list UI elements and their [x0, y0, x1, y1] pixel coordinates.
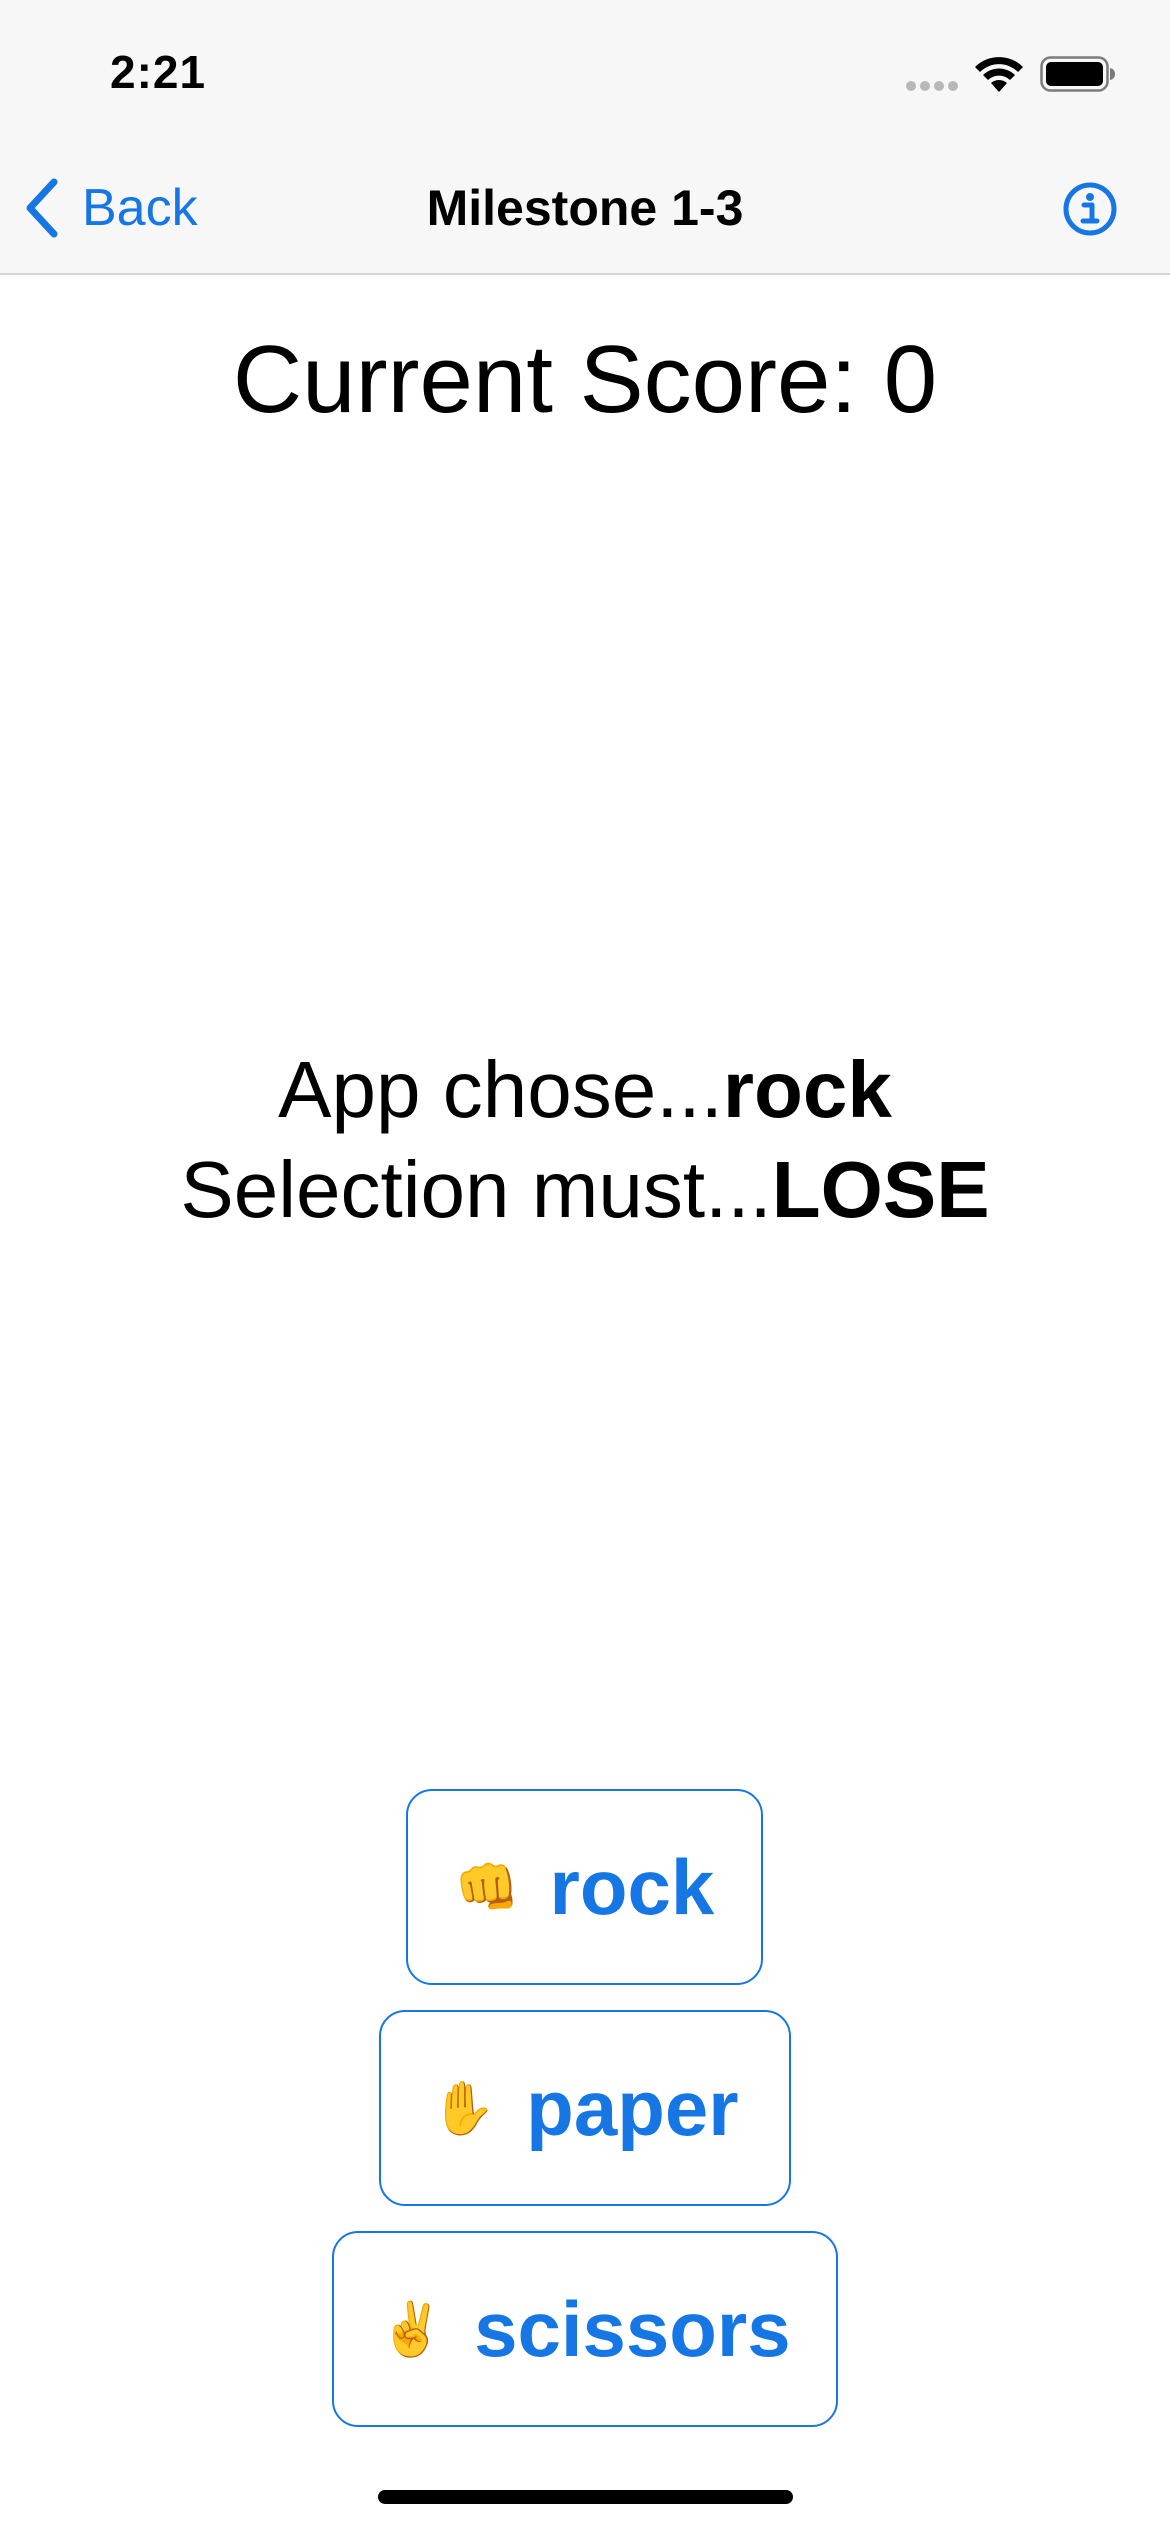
paper-label: paper [526, 2063, 739, 2152]
status-time: 2:21 [110, 46, 207, 98]
app-choice-line: App chose...rock [0, 1040, 1170, 1140]
status-bar: 2:21 [0, 0, 1170, 145]
rock-label: rock [549, 1842, 715, 1931]
cellular-signal-icon [906, 81, 958, 91]
app-chose-prefix: App chose... [278, 1045, 723, 1134]
info-icon[interactable] [1062, 181, 1118, 237]
selection-goal-line: Selection must...LOSE [0, 1140, 1170, 1240]
app-choice: rock [722, 1045, 892, 1134]
selection-goal: LOSE [771, 1145, 990, 1234]
battery-icon [1040, 56, 1115, 92]
home-indicator[interactable] [378, 2490, 793, 2504]
game-prompt: App chose...rock Selection must...LOSE [0, 1040, 1170, 1240]
rock-button[interactable]: 👊 rock [406, 1789, 763, 1985]
scissors-button[interactable]: ✌️ scissors [332, 2231, 838, 2427]
nav-title: Milestone 1-3 [426, 180, 744, 236]
raised-hand-icon: ✋ [431, 2079, 497, 2138]
fist-icon: 👊 [454, 1858, 520, 1917]
navigation-bar: Back Milestone 1-3 [0, 145, 1170, 275]
paper-button[interactable]: ✋ paper [379, 2010, 791, 2206]
selection-prefix: Selection must... [180, 1145, 772, 1234]
victory-hand-icon: ✌️ [379, 2300, 445, 2359]
current-score: Current Score: 0 [232, 326, 938, 433]
wifi-icon [975, 57, 1023, 92]
scissors-label: scissors [474, 2284, 791, 2373]
